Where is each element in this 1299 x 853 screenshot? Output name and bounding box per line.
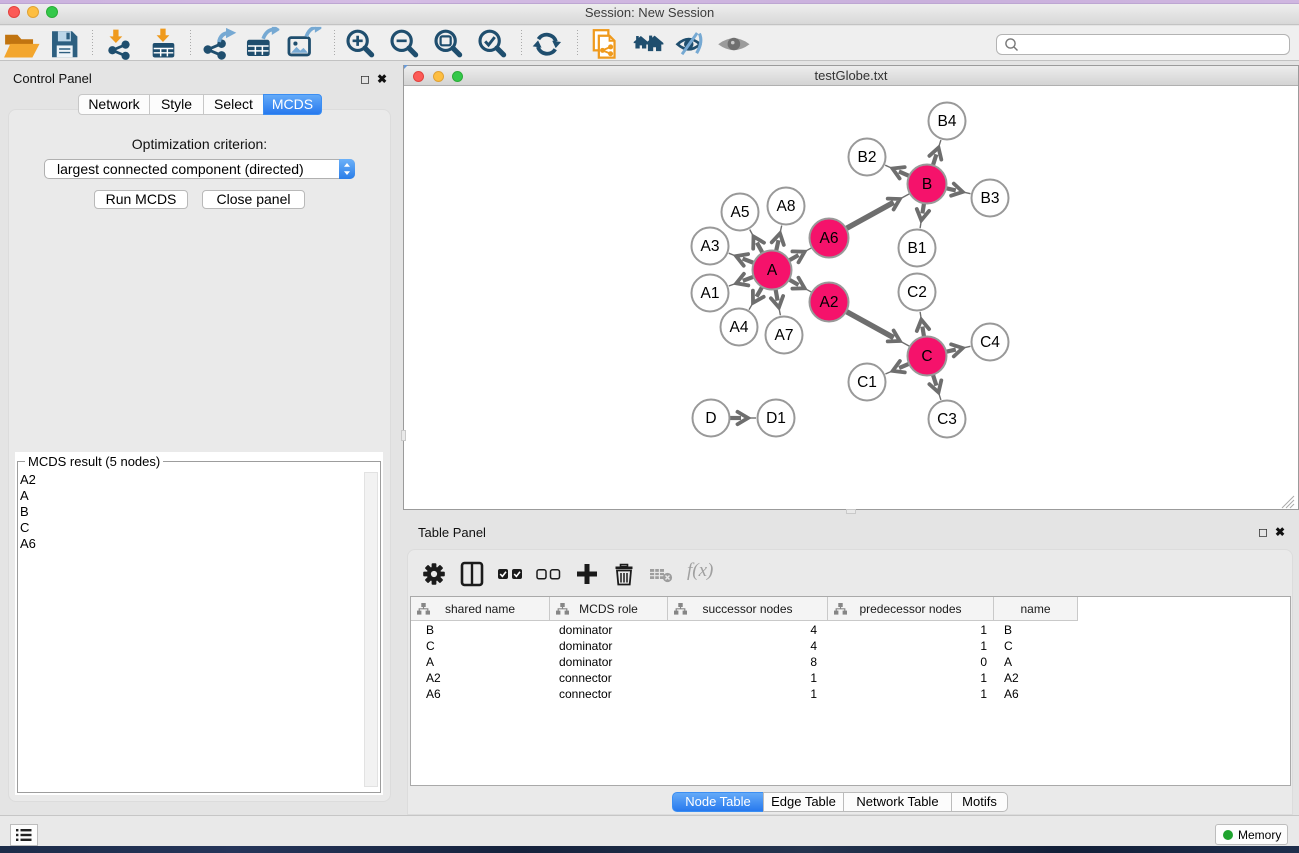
svg-text:C3: C3 [937, 411, 957, 428]
svg-text:B3: B3 [981, 190, 1000, 207]
svg-text:C2: C2 [907, 284, 927, 301]
svg-text:A6: A6 [820, 230, 839, 247]
svg-text:B: B [922, 176, 932, 193]
svg-text:A2: A2 [820, 294, 839, 311]
svg-text:A7: A7 [775, 327, 794, 344]
svg-text:D: D [705, 410, 716, 427]
svg-text:A1: A1 [701, 285, 720, 302]
svg-text:B1: B1 [908, 240, 927, 257]
svg-text:C4: C4 [980, 334, 1000, 351]
svg-text:D1: D1 [766, 410, 786, 427]
svg-text:C1: C1 [857, 374, 877, 391]
svg-text:B2: B2 [858, 149, 877, 166]
svg-text:A3: A3 [701, 238, 720, 255]
svg-text:A: A [767, 262, 778, 279]
svg-text:A5: A5 [731, 204, 750, 221]
svg-text:B4: B4 [938, 113, 957, 130]
svg-text:A4: A4 [730, 319, 749, 336]
svg-text:A8: A8 [777, 198, 796, 215]
svg-text:C: C [921, 348, 932, 365]
